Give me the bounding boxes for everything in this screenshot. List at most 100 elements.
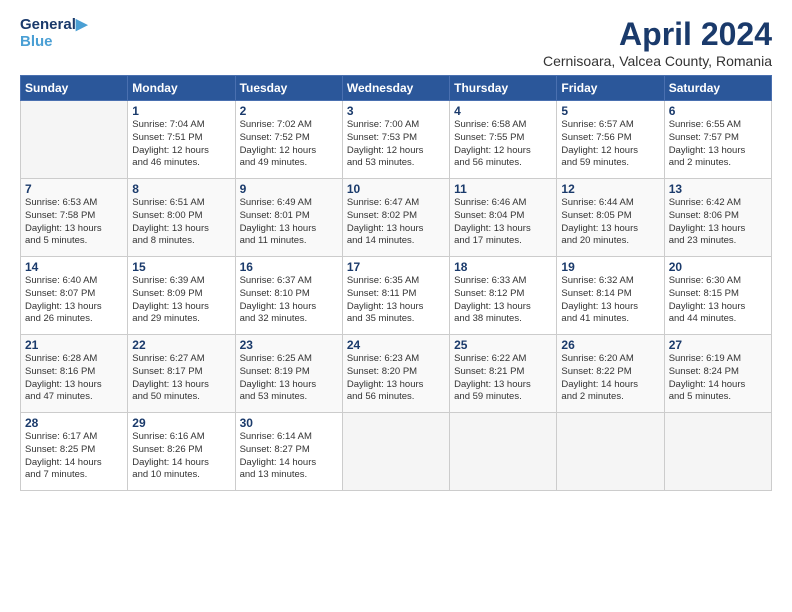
day-cell: 27Sunrise: 6:19 AM Sunset: 8:24 PM Dayli… <box>664 335 771 413</box>
col-sunday: Sunday <box>21 76 128 101</box>
day-number: 30 <box>240 416 338 430</box>
day-cell: 4Sunrise: 6:58 AM Sunset: 7:55 PM Daylig… <box>450 101 557 179</box>
day-detail: Sunrise: 6:53 AM Sunset: 7:58 PM Dayligh… <box>25 197 123 248</box>
col-friday: Friday <box>557 76 664 101</box>
day-detail: Sunrise: 7:04 AM Sunset: 7:51 PM Dayligh… <box>132 119 230 170</box>
day-cell: 26Sunrise: 6:20 AM Sunset: 8:22 PM Dayli… <box>557 335 664 413</box>
day-cell: 11Sunrise: 6:46 AM Sunset: 8:04 PM Dayli… <box>450 179 557 257</box>
day-number: 13 <box>669 182 767 196</box>
day-detail: Sunrise: 6:19 AM Sunset: 8:24 PM Dayligh… <box>669 353 767 404</box>
day-cell: 3Sunrise: 7:00 AM Sunset: 7:53 PM Daylig… <box>342 101 449 179</box>
day-cell <box>664 413 771 491</box>
location: Cernisoara, Valcea County, Romania <box>543 53 772 69</box>
day-detail: Sunrise: 6:47 AM Sunset: 8:02 PM Dayligh… <box>347 197 445 248</box>
day-detail: Sunrise: 6:33 AM Sunset: 8:12 PM Dayligh… <box>454 275 552 326</box>
day-number: 11 <box>454 182 552 196</box>
week-row-4: 21Sunrise: 6:28 AM Sunset: 8:16 PM Dayli… <box>21 335 772 413</box>
day-cell: 5Sunrise: 6:57 AM Sunset: 7:56 PM Daylig… <box>557 101 664 179</box>
day-number: 10 <box>347 182 445 196</box>
day-detail: Sunrise: 6:22 AM Sunset: 8:21 PM Dayligh… <box>454 353 552 404</box>
day-number: 5 <box>561 104 659 118</box>
day-cell: 14Sunrise: 6:40 AM Sunset: 8:07 PM Dayli… <box>21 257 128 335</box>
day-detail: Sunrise: 6:49 AM Sunset: 8:01 PM Dayligh… <box>240 197 338 248</box>
day-cell: 9Sunrise: 6:49 AM Sunset: 8:01 PM Daylig… <box>235 179 342 257</box>
day-number: 2 <box>240 104 338 118</box>
day-cell: 13Sunrise: 6:42 AM Sunset: 8:06 PM Dayli… <box>664 179 771 257</box>
day-cell: 6Sunrise: 6:55 AM Sunset: 7:57 PM Daylig… <box>664 101 771 179</box>
logo-text: General▶ Blue <box>20 16 87 51</box>
day-cell: 23Sunrise: 6:25 AM Sunset: 8:19 PM Dayli… <box>235 335 342 413</box>
day-detail: Sunrise: 6:28 AM Sunset: 8:16 PM Dayligh… <box>25 353 123 404</box>
day-detail: Sunrise: 7:00 AM Sunset: 7:53 PM Dayligh… <box>347 119 445 170</box>
title-block: April 2024 Cernisoara, Valcea County, Ro… <box>543 16 772 69</box>
day-cell: 8Sunrise: 6:51 AM Sunset: 8:00 PM Daylig… <box>128 179 235 257</box>
day-number: 1 <box>132 104 230 118</box>
day-number: 23 <box>240 338 338 352</box>
calendar-page: General▶ Blue April 2024 Cernisoara, Val… <box>0 0 792 612</box>
day-number: 18 <box>454 260 552 274</box>
day-detail: Sunrise: 6:25 AM Sunset: 8:19 PM Dayligh… <box>240 353 338 404</box>
day-detail: Sunrise: 6:58 AM Sunset: 7:55 PM Dayligh… <box>454 119 552 170</box>
day-cell: 25Sunrise: 6:22 AM Sunset: 8:21 PM Dayli… <box>450 335 557 413</box>
day-cell <box>450 413 557 491</box>
day-number: 26 <box>561 338 659 352</box>
day-number: 24 <box>347 338 445 352</box>
col-saturday: Saturday <box>664 76 771 101</box>
day-cell: 2Sunrise: 7:02 AM Sunset: 7:52 PM Daylig… <box>235 101 342 179</box>
day-number: 16 <box>240 260 338 274</box>
day-header-row: Sunday Monday Tuesday Wednesday Thursday… <box>21 76 772 101</box>
day-detail: Sunrise: 6:51 AM Sunset: 8:00 PM Dayligh… <box>132 197 230 248</box>
col-monday: Monday <box>128 76 235 101</box>
day-cell: 7Sunrise: 6:53 AM Sunset: 7:58 PM Daylig… <box>21 179 128 257</box>
day-number: 25 <box>454 338 552 352</box>
day-detail: Sunrise: 6:30 AM Sunset: 8:15 PM Dayligh… <box>669 275 767 326</box>
day-cell: 12Sunrise: 6:44 AM Sunset: 8:05 PM Dayli… <box>557 179 664 257</box>
day-number: 15 <box>132 260 230 274</box>
day-detail: Sunrise: 6:16 AM Sunset: 8:26 PM Dayligh… <box>132 431 230 482</box>
day-detail: Sunrise: 6:35 AM Sunset: 8:11 PM Dayligh… <box>347 275 445 326</box>
day-number: 20 <box>669 260 767 274</box>
day-number: 22 <box>132 338 230 352</box>
day-number: 17 <box>347 260 445 274</box>
day-detail: Sunrise: 6:23 AM Sunset: 8:20 PM Dayligh… <box>347 353 445 404</box>
day-cell: 24Sunrise: 6:23 AM Sunset: 8:20 PM Dayli… <box>342 335 449 413</box>
day-number: 8 <box>132 182 230 196</box>
week-row-5: 28Sunrise: 6:17 AM Sunset: 8:25 PM Dayli… <box>21 413 772 491</box>
day-detail: Sunrise: 6:55 AM Sunset: 7:57 PM Dayligh… <box>669 119 767 170</box>
day-detail: Sunrise: 6:46 AM Sunset: 8:04 PM Dayligh… <box>454 197 552 248</box>
day-cell: 22Sunrise: 6:27 AM Sunset: 8:17 PM Dayli… <box>128 335 235 413</box>
day-number: 19 <box>561 260 659 274</box>
day-detail: Sunrise: 6:14 AM Sunset: 8:27 PM Dayligh… <box>240 431 338 482</box>
day-number: 29 <box>132 416 230 430</box>
page-header: General▶ Blue April 2024 Cernisoara, Val… <box>20 16 772 69</box>
day-cell <box>21 101 128 179</box>
day-cell: 18Sunrise: 6:33 AM Sunset: 8:12 PM Dayli… <box>450 257 557 335</box>
day-cell: 1Sunrise: 7:04 AM Sunset: 7:51 PM Daylig… <box>128 101 235 179</box>
day-detail: Sunrise: 6:32 AM Sunset: 8:14 PM Dayligh… <box>561 275 659 326</box>
day-number: 9 <box>240 182 338 196</box>
calendar-table: Sunday Monday Tuesday Wednesday Thursday… <box>20 75 772 491</box>
col-thursday: Thursday <box>450 76 557 101</box>
day-detail: Sunrise: 6:42 AM Sunset: 8:06 PM Dayligh… <box>669 197 767 248</box>
month-title: April 2024 <box>543 16 772 53</box>
day-number: 3 <box>347 104 445 118</box>
week-row-2: 7Sunrise: 6:53 AM Sunset: 7:58 PM Daylig… <box>21 179 772 257</box>
day-cell: 30Sunrise: 6:14 AM Sunset: 8:27 PM Dayli… <box>235 413 342 491</box>
day-cell: 19Sunrise: 6:32 AM Sunset: 8:14 PM Dayli… <box>557 257 664 335</box>
day-cell: 17Sunrise: 6:35 AM Sunset: 8:11 PM Dayli… <box>342 257 449 335</box>
day-cell: 29Sunrise: 6:16 AM Sunset: 8:26 PM Dayli… <box>128 413 235 491</box>
day-cell <box>557 413 664 491</box>
day-number: 4 <box>454 104 552 118</box>
day-cell: 28Sunrise: 6:17 AM Sunset: 8:25 PM Dayli… <box>21 413 128 491</box>
day-number: 14 <box>25 260 123 274</box>
day-detail: Sunrise: 6:40 AM Sunset: 8:07 PM Dayligh… <box>25 275 123 326</box>
week-row-1: 1Sunrise: 7:04 AM Sunset: 7:51 PM Daylig… <box>21 101 772 179</box>
day-cell: 21Sunrise: 6:28 AM Sunset: 8:16 PM Dayli… <box>21 335 128 413</box>
day-detail: Sunrise: 6:20 AM Sunset: 8:22 PM Dayligh… <box>561 353 659 404</box>
day-detail: Sunrise: 6:39 AM Sunset: 8:09 PM Dayligh… <box>132 275 230 326</box>
day-cell: 16Sunrise: 6:37 AM Sunset: 8:10 PM Dayli… <box>235 257 342 335</box>
logo: General▶ Blue <box>20 16 87 51</box>
week-row-3: 14Sunrise: 6:40 AM Sunset: 8:07 PM Dayli… <box>21 257 772 335</box>
day-detail: Sunrise: 6:27 AM Sunset: 8:17 PM Dayligh… <box>132 353 230 404</box>
day-cell <box>342 413 449 491</box>
